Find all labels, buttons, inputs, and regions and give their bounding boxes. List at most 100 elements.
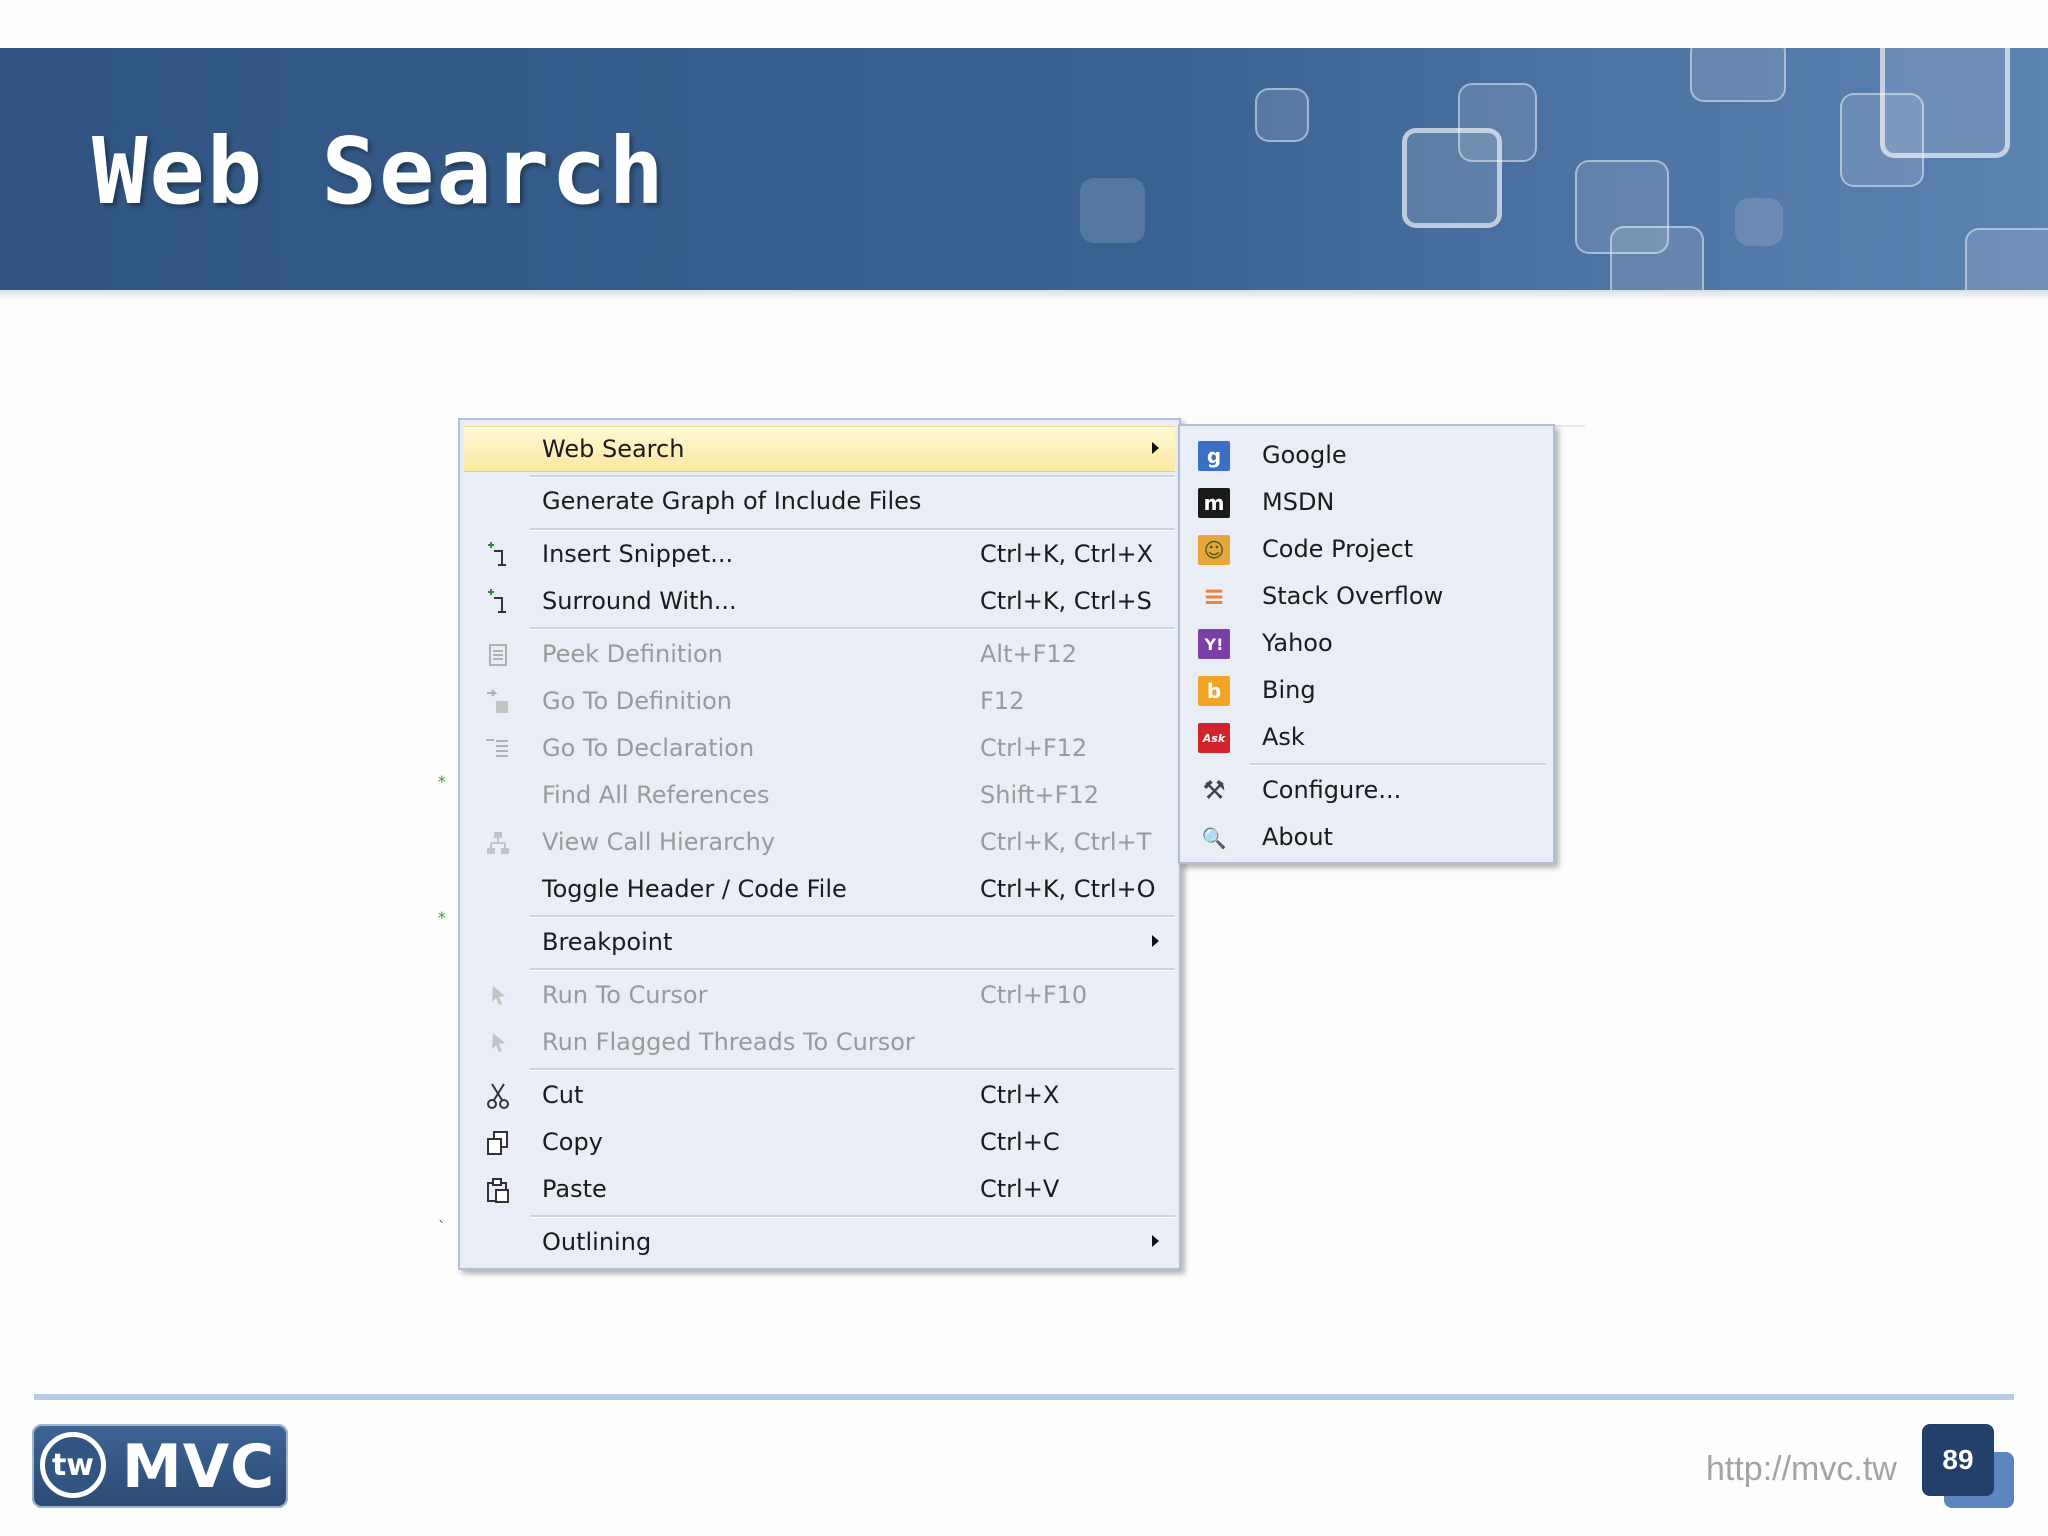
submenu-item-label: About [1262, 823, 1333, 851]
tools-icon: ⚒ [1202, 776, 1226, 806]
mvc-logo: tw MVC [32, 1424, 288, 1508]
call-hierarchy-icon [484, 829, 512, 857]
menu-item-insert-snippet[interactable]: Insert Snippet... Ctrl+K, Ctrl+X [464, 532, 1175, 578]
menu-separator [530, 528, 1175, 531]
submenu-item-label: Yahoo [1262, 629, 1333, 657]
peek-definition-icon [484, 641, 512, 669]
submenu-item-label: Code Project [1262, 535, 1414, 563]
paste-icon [484, 1176, 512, 1204]
menu-item-label: Toggle Header / Code File [542, 875, 847, 903]
decor-square [1690, 48, 1786, 102]
google-icon: g [1198, 441, 1230, 471]
menu-item-outlining[interactable]: Outlining [464, 1220, 1175, 1266]
menu-item-peek-definition[interactable]: Peek Definition Alt+F12 [464, 632, 1175, 678]
stack-overflow-icon: ≡ [1203, 582, 1225, 612]
menu-item-shortcut: Shift+F12 [980, 781, 1100, 809]
menu-item-label: Generate Graph of Include Files [542, 487, 922, 515]
page-number: 89 [1922, 1424, 1994, 1496]
menu-item-shortcut: F12 [980, 687, 1025, 715]
web-search-submenu: g Google m MSDN ☺ Code Project ≡ Stack O… [1178, 424, 1555, 864]
menu-item-paste[interactable]: Paste Ctrl+V [464, 1167, 1175, 1213]
menu-separator [530, 1215, 1175, 1218]
menu-item-label: Cut [542, 1081, 584, 1109]
submenu-item-msdn[interactable]: m MSDN [1184, 480, 1549, 526]
submenu-item-yahoo[interactable]: Y! Yahoo [1184, 621, 1549, 667]
logo-text: MVC [122, 1432, 276, 1502]
menu-item-run-flagged-threads[interactable]: Run Flagged Threads To Cursor [464, 1020, 1175, 1066]
submenu-item-label: Bing [1262, 676, 1316, 704]
menu-item-shortcut: Ctrl+K, Ctrl+S [980, 587, 1152, 615]
menu-item-label: Go To Declaration [542, 734, 755, 762]
logo-tw-badge: tw [40, 1432, 106, 1498]
menu-item-label: Go To Definition [542, 687, 733, 715]
decor-square [1255, 88, 1309, 142]
run-to-cursor-icon [484, 982, 512, 1010]
editor-comment-glyph: * [437, 772, 447, 791]
menu-item-label: View Call Hierarchy [542, 828, 776, 856]
decor-square [1880, 48, 2010, 158]
menu-item-label: Paste [542, 1175, 607, 1203]
menu-item-label: Insert Snippet... [542, 540, 734, 568]
menu-item-shortcut: Alt+F12 [980, 640, 1077, 668]
submenu-item-google[interactable]: g Google [1184, 433, 1549, 479]
menu-separator [530, 1068, 1175, 1071]
submenu-item-bing[interactable]: b Bing [1184, 668, 1549, 714]
menu-item-shortcut: Ctrl+F10 [980, 981, 1088, 1009]
submenu-item-label: Google [1262, 441, 1347, 469]
menu-item-label: Web Search [542, 435, 685, 463]
menu-separator [530, 627, 1175, 630]
menu-item-label: Surround With... [542, 587, 737, 615]
menu-item-label: Outlining [542, 1228, 652, 1256]
menu-item-web-search[interactable]: Web Search [464, 426, 1175, 472]
menu-item-run-to-cursor[interactable]: Run To Cursor Ctrl+F10 [464, 973, 1175, 1019]
submenu-item-label: MSDN [1262, 488, 1335, 516]
submenu-item-about[interactable]: 🔍 About [1184, 815, 1549, 861]
menu-item-label: Copy [542, 1128, 603, 1156]
submenu-arrow-icon [1152, 1235, 1159, 1247]
submenu-item-label: Stack Overflow [1262, 582, 1444, 610]
menu-item-breakpoint[interactable]: Breakpoint [464, 920, 1175, 966]
submenu-item-ask[interactable]: Ask Ask [1184, 715, 1549, 761]
code-project-icon: ☺ [1198, 535, 1230, 565]
submenu-item-stack-overflow[interactable]: ≡ Stack Overflow [1184, 574, 1549, 620]
menu-item-find-all-references[interactable]: Find All References Shift+F12 [464, 773, 1175, 819]
menu-item-toggle-header[interactable]: Toggle Header / Code File Ctrl+K, Ctrl+O [464, 867, 1175, 913]
menu-item-surround-with[interactable]: Surround With... Ctrl+K, Ctrl+S [464, 579, 1175, 625]
menu-item-go-to-definition[interactable]: Go To Definition F12 [464, 679, 1175, 725]
editor-comment-glyph: ` [437, 1218, 447, 1237]
menu-separator [530, 968, 1175, 971]
menu-item-shortcut: Ctrl+X [980, 1081, 1060, 1109]
yahoo-icon: Y! [1198, 629, 1230, 659]
menu-item-go-to-declaration[interactable]: Go To Declaration Ctrl+F12 [464, 726, 1175, 772]
ask-icon: Ask [1198, 723, 1230, 753]
msdn-icon: m [1198, 488, 1230, 518]
menu-item-cut[interactable]: Cut Ctrl+X [464, 1073, 1175, 1119]
menu-item-view-call-hierarchy[interactable]: View Call Hierarchy Ctrl+K, Ctrl+T [464, 820, 1175, 866]
menu-item-label: Run To Cursor [542, 981, 708, 1009]
slide-title: Web Search [92, 118, 666, 225]
submenu-separator [1250, 763, 1546, 766]
menu-item-label: Peek Definition [542, 640, 723, 668]
editor-comment-glyph: * [437, 908, 447, 927]
bing-icon: b [1198, 676, 1230, 706]
menu-item-copy[interactable]: Copy Ctrl+C [464, 1120, 1175, 1166]
menu-separator [530, 475, 1175, 478]
go-to-declaration-icon [484, 735, 512, 763]
menu-item-shortcut: Ctrl+K, Ctrl+T [980, 828, 1152, 856]
about-icon: 🔍 [1201, 826, 1227, 850]
copy-icon [484, 1129, 512, 1157]
submenu-item-code-project[interactable]: ☺ Code Project [1184, 527, 1549, 573]
banner-shadow [0, 290, 2048, 300]
insert-snippet-icon [484, 541, 512, 569]
menu-item-shortcut: Ctrl+V [980, 1175, 1060, 1203]
footer-url[interactable]: http://mvc.tw [1706, 1450, 1897, 1489]
menu-item-label: Breakpoint [542, 928, 673, 956]
decor-square [1402, 128, 1502, 228]
decor-square [1080, 178, 1145, 243]
menu-item-label: Find All References [542, 781, 770, 809]
run-flagged-threads-icon [484, 1029, 512, 1057]
decor-square [1735, 198, 1783, 246]
submenu-arrow-icon [1152, 442, 1159, 454]
submenu-item-configure[interactable]: ⚒ Configure... [1184, 768, 1549, 814]
menu-item-generate-graph[interactable]: Generate Graph of Include Files [464, 479, 1175, 525]
